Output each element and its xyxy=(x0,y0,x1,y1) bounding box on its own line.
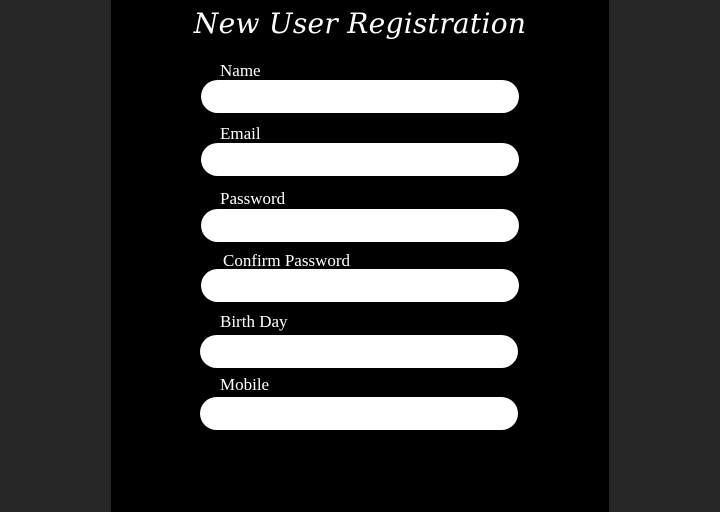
registration-panel: New User Registration Name Email Passwor… xyxy=(111,0,609,512)
birth-day-label: Birth Day xyxy=(220,312,288,331)
confirm-password-label: Confirm Password xyxy=(223,251,351,270)
mobile-input[interactable] xyxy=(200,397,518,430)
password-input[interactable] xyxy=(201,209,519,242)
confirm-password-input[interactable] xyxy=(201,269,519,302)
page: New User Registration Name Email Passwor… xyxy=(0,0,720,512)
name-label: Name xyxy=(220,61,261,80)
name-input[interactable] xyxy=(201,80,519,113)
email-input[interactable] xyxy=(201,143,519,176)
birth-day-input[interactable] xyxy=(200,335,518,368)
form-title: New User Registration xyxy=(193,7,527,40)
password-label: Password xyxy=(220,189,286,208)
email-label: Email xyxy=(220,124,261,143)
mobile-label: Mobile xyxy=(220,375,270,394)
